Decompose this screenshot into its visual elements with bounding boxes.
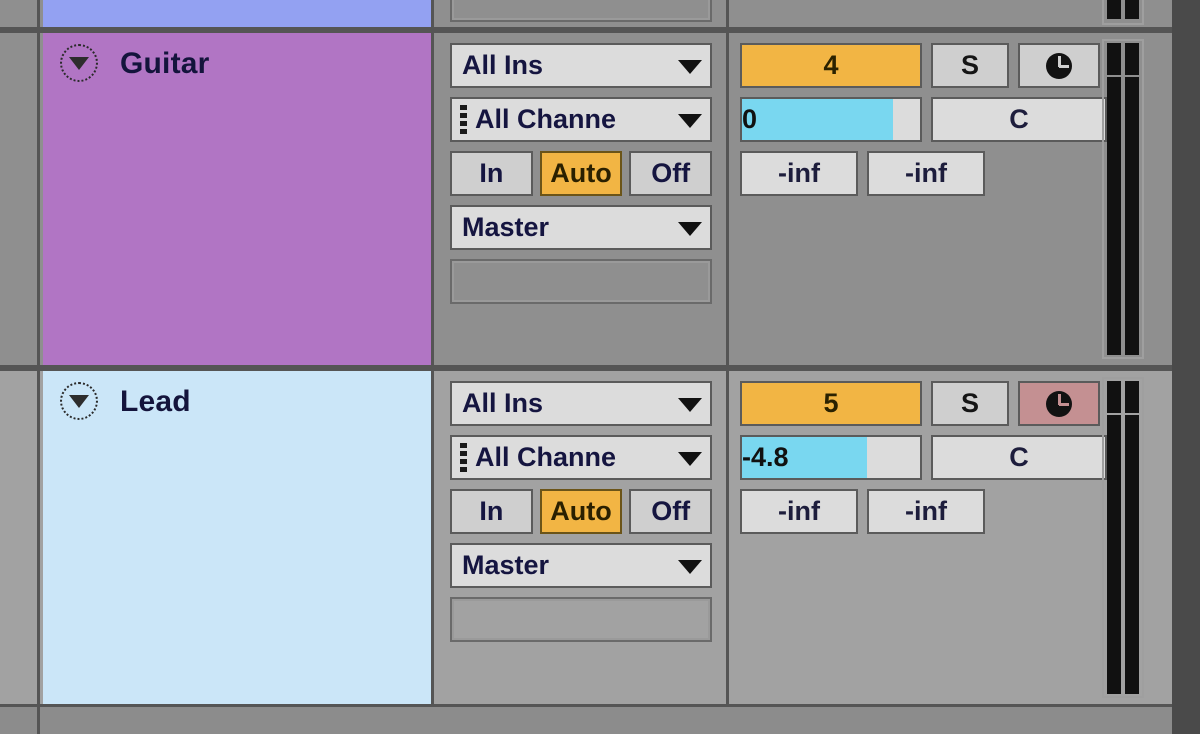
- chevron-down-icon: [678, 221, 702, 236]
- triangle-down-icon[interactable]: [60, 44, 98, 82]
- send-a-lead[interactable]: -inf: [740, 489, 858, 534]
- output-routing-dropdown-lead[interactable]: Master: [450, 543, 712, 588]
- monitor-mode-group-guitar: In Auto Off: [450, 151, 713, 196]
- chevron-down-icon: [678, 59, 702, 74]
- track-name-panel-lead[interactable]: Lead: [43, 371, 434, 704]
- track-title-lead: Lead: [120, 385, 191, 418]
- level-meter-bars: [1104, 413, 1142, 696]
- monitor-off-button[interactable]: Off: [629, 489, 713, 534]
- track-row-lead[interactable]: Lead All Ins All Channe In Auto Off Mast…: [0, 368, 1172, 707]
- midi-dots-icon: [459, 105, 468, 134]
- level-meter-guitar: [1102, 39, 1144, 359]
- triangle-down-icon[interactable]: [60, 382, 98, 420]
- chevron-down-icon: [678, 397, 702, 412]
- monitor-off-button[interactable]: Off: [629, 151, 713, 196]
- send-b-guitar[interactable]: -inf: [867, 151, 985, 196]
- chevron-down-icon: [678, 559, 702, 574]
- peak-right: [1125, 381, 1139, 413]
- input-channel-label: All Channe: [475, 104, 617, 134]
- monitor-in-button[interactable]: In: [450, 489, 533, 534]
- triangle-glyph: [69, 56, 89, 70]
- peak-right: [1125, 43, 1139, 75]
- pan-control-guitar[interactable]: C: [931, 97, 1107, 142]
- input-channel-dropdown-lead[interactable]: All Channe: [450, 435, 712, 480]
- track-fold-column[interactable]: [0, 0, 40, 27]
- level-meter-bars: [1104, 19, 1142, 23]
- input-routing-label: All Ins: [462, 50, 544, 80]
- volume-slider-lead[interactable]: -4.8: [740, 435, 922, 480]
- level-meter: [1102, 0, 1144, 25]
- chevron-down-icon: [678, 451, 702, 466]
- track-row-partial-top[interactable]: [0, 0, 1172, 30]
- input-routing-label: All Ins: [462, 388, 544, 418]
- output-routing-label: Master: [462, 212, 550, 242]
- input-channel-dropdown-guitar[interactable]: All Channe: [450, 97, 712, 142]
- output-routing-label: Master: [462, 550, 550, 580]
- send-b-lead[interactable]: -inf: [867, 489, 985, 534]
- volume-slider-guitar[interactable]: 0: [740, 97, 922, 142]
- record-arm-icon: [1046, 52, 1072, 79]
- crossfade-assign-slot-lead[interactable]: [450, 597, 712, 642]
- input-routing-dropdown-guitar[interactable]: All Ins: [450, 43, 712, 88]
- solo-button-guitar[interactable]: S: [931, 43, 1009, 88]
- monitor-auto-button[interactable]: Auto: [539, 489, 623, 534]
- meter-bar-left: [1107, 77, 1121, 355]
- crossfade-assign-slot-guitar[interactable]: [450, 259, 712, 304]
- track-name-panel[interactable]: [43, 0, 434, 27]
- mixer-view: Guitar All Ins All Channe In Auto Off Ma…: [0, 0, 1200, 734]
- send-a-guitar[interactable]: -inf: [740, 151, 858, 196]
- mixer-column-lead: 5 S -4.8 C -inf -inf: [732, 371, 1172, 704]
- routing-column-lead: All Ins All Channe In Auto Off Master: [437, 371, 729, 704]
- output-routing-dropdown-guitar[interactable]: Master: [450, 205, 712, 250]
- meter-bar-right: [1125, 77, 1139, 355]
- level-meter-bars: [1104, 75, 1142, 357]
- peak-right: [1125, 0, 1139, 19]
- track-name-panel-guitar[interactable]: Guitar: [43, 33, 434, 365]
- crossfade-assign-slot[interactable]: [450, 0, 712, 22]
- level-meter-peak: [1104, 379, 1142, 413]
- midi-dots-icon: [459, 443, 468, 472]
- pan-control-lead[interactable]: C: [931, 435, 1107, 480]
- track-fold-column-empty: [0, 707, 40, 734]
- track-routing-column: [437, 0, 729, 27]
- triangle-glyph: [69, 394, 89, 408]
- track-title-guitar: Guitar: [120, 47, 210, 80]
- track-mixer-column: [732, 0, 1172, 27]
- right-gutter: [1172, 0, 1200, 734]
- record-arm-button-lead[interactable]: [1018, 381, 1100, 426]
- monitor-auto-button[interactable]: Auto: [539, 151, 623, 196]
- send-a-value-lead[interactable]: 5: [740, 381, 922, 426]
- track-row-guitar[interactable]: Guitar All Ins All Channe In Auto Off Ma…: [0, 30, 1172, 368]
- volume-value: -4.8: [742, 442, 789, 472]
- record-arm-icon: [1046, 390, 1072, 417]
- monitor-mode-group-lead: In Auto Off: [450, 489, 713, 534]
- solo-button-lead[interactable]: S: [931, 381, 1009, 426]
- meter-bar-left: [1107, 415, 1121, 694]
- level-meter-peak: [1104, 0, 1142, 19]
- meter-bar-right: [1125, 415, 1139, 694]
- level-meter-peak: [1104, 41, 1142, 75]
- peak-left: [1107, 43, 1121, 75]
- routing-column-guitar: All Ins All Channe In Auto Off Master: [437, 33, 729, 365]
- send-a-value-guitar[interactable]: 4: [740, 43, 922, 88]
- input-routing-dropdown-lead[interactable]: All Ins: [450, 381, 712, 426]
- peak-left: [1107, 381, 1121, 413]
- volume-value: 0: [742, 104, 758, 134]
- level-meter-lead: [1102, 377, 1144, 698]
- record-arm-button-guitar[interactable]: [1018, 43, 1100, 88]
- track-fold-column-lead[interactable]: [0, 371, 40, 704]
- monitor-in-button[interactable]: In: [450, 151, 533, 196]
- volume-fill: [742, 99, 894, 140]
- chevron-down-icon: [678, 113, 702, 128]
- input-channel-label: All Channe: [475, 442, 617, 472]
- peak-left: [1107, 0, 1121, 19]
- mixer-bottom-strip: [0, 707, 1172, 734]
- track-fold-column-guitar[interactable]: [0, 33, 40, 365]
- mixer-column-guitar: 4 S 0 C -inf -inf: [732, 33, 1172, 365]
